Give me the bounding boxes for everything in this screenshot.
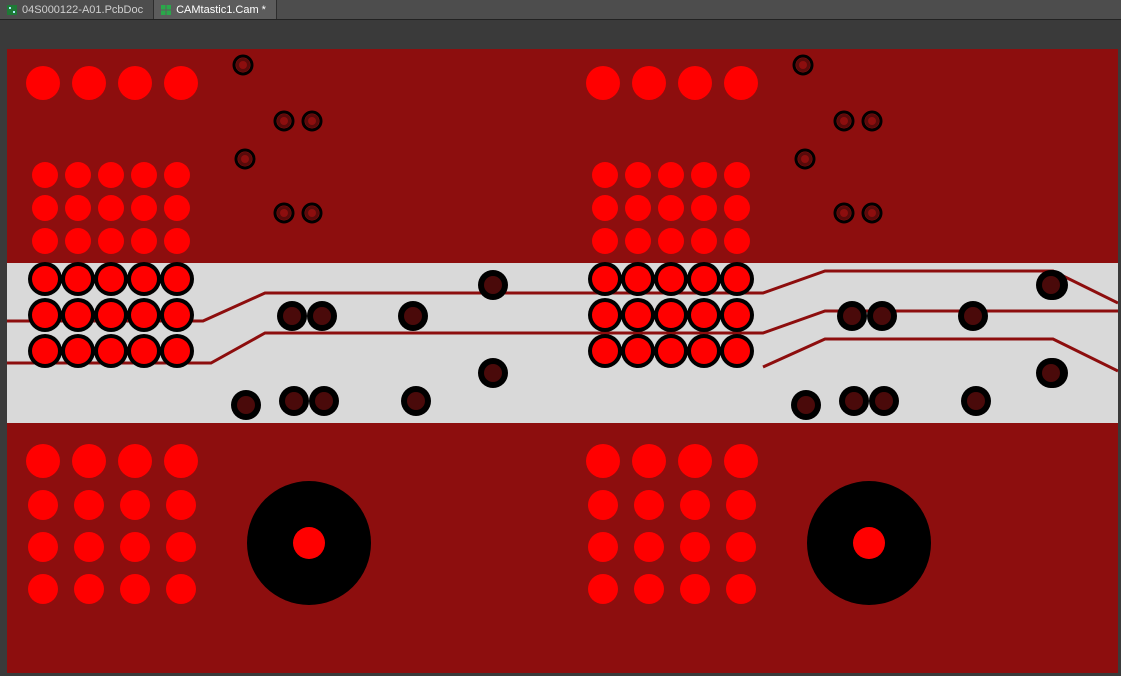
document-tab-bar: 04S000122-A01.PcbDoc CAMtastic1.Cam * xyxy=(0,0,1121,20)
cam-doc-icon xyxy=(160,4,172,16)
cam-canvas[interactable] xyxy=(3,23,1118,673)
tab-camtastic[interactable]: CAMtastic1.Cam * xyxy=(154,0,277,19)
cam-svg xyxy=(3,23,1118,673)
tab-label: 04S000122-A01.PcbDoc xyxy=(22,4,143,16)
tab-label: CAMtastic1.Cam * xyxy=(176,4,266,16)
cam-canvas-wrap xyxy=(0,20,1121,676)
pcb-doc-icon xyxy=(6,4,18,16)
tab-pcbdoc[interactable]: 04S000122-A01.PcbDoc xyxy=(0,0,154,19)
